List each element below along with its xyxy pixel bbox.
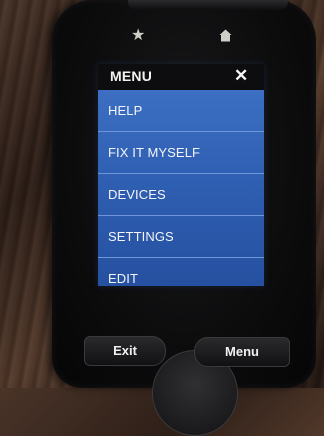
menu-header: MENU ✕ xyxy=(98,64,264,90)
menu-item-help[interactable]: HELP xyxy=(98,90,264,132)
exit-button[interactable]: Exit xyxy=(84,336,166,366)
menu-button[interactable]: Menu xyxy=(194,337,290,367)
top-button-ridge xyxy=(128,0,288,10)
close-icon[interactable]: ✕ xyxy=(234,67,248,85)
menu-list: HELP FIX IT MYSELF DEVICES SETTINGS EDIT xyxy=(98,90,264,286)
menu-title: MENU xyxy=(110,68,153,84)
menu-item-label: FIX IT MYSELF xyxy=(108,145,201,160)
home-icon[interactable] xyxy=(219,29,232,46)
menu-item-label: SETTINGS xyxy=(108,229,174,244)
menu-item-fix-it-myself[interactable]: FIX IT MYSELF xyxy=(98,132,264,174)
menu-item-label: EDIT xyxy=(108,271,139,286)
menu-item-label: DEVICES xyxy=(108,187,166,202)
menu-item-label: HELP xyxy=(108,103,143,118)
touch-screen: MENU ✕ HELP FIX IT MYSELF DEVICES SETTIN… xyxy=(98,64,264,286)
menu-item-edit[interactable]: EDIT xyxy=(98,258,264,286)
menu-item-settings[interactable]: SETTINGS xyxy=(98,216,264,258)
menu-item-devices[interactable]: DEVICES xyxy=(98,174,264,216)
star-icon[interactable]: ★ xyxy=(131,28,145,44)
